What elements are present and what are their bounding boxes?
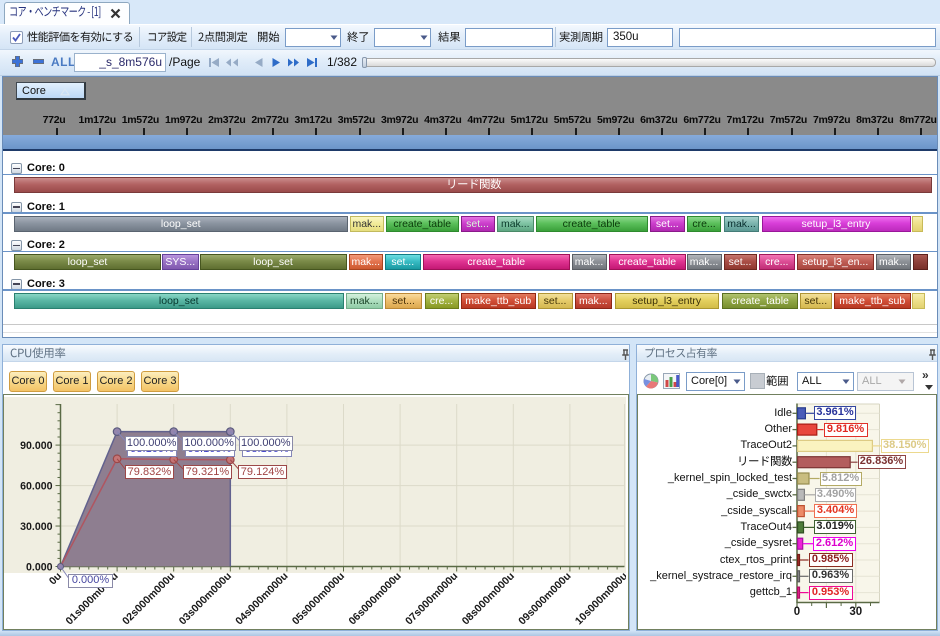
- svg-text:03s000m000u: 03s000m000u: [177, 570, 234, 627]
- svg-text:0.000: 0.000: [26, 562, 53, 574]
- svg-text:09s000m000u: 09s000m000u: [516, 570, 573, 627]
- svg-text:60.000: 60.000: [20, 481, 53, 493]
- svg-text:30: 30: [849, 606, 862, 618]
- svg-text:10s000m000u: 10s000m000u: [573, 570, 626, 627]
- svg-text:90.000: 90.000: [20, 440, 53, 452]
- svg-text:05s000m000u: 05s000m000u: [290, 570, 347, 627]
- svg-text:02s000m000u: 02s000m000u: [120, 570, 177, 627]
- svg-text:07s000m000u: 07s000m000u: [403, 570, 460, 627]
- svg-text:08s000m000u: 08s000m000u: [460, 570, 517, 627]
- svg-text:30.000: 30.000: [20, 521, 53, 533]
- svg-text:04s000m000u: 04s000m000u: [233, 570, 290, 627]
- svg-text:06s000m000u: 06s000m000u: [347, 570, 404, 627]
- svg-text:0: 0: [794, 606, 800, 618]
